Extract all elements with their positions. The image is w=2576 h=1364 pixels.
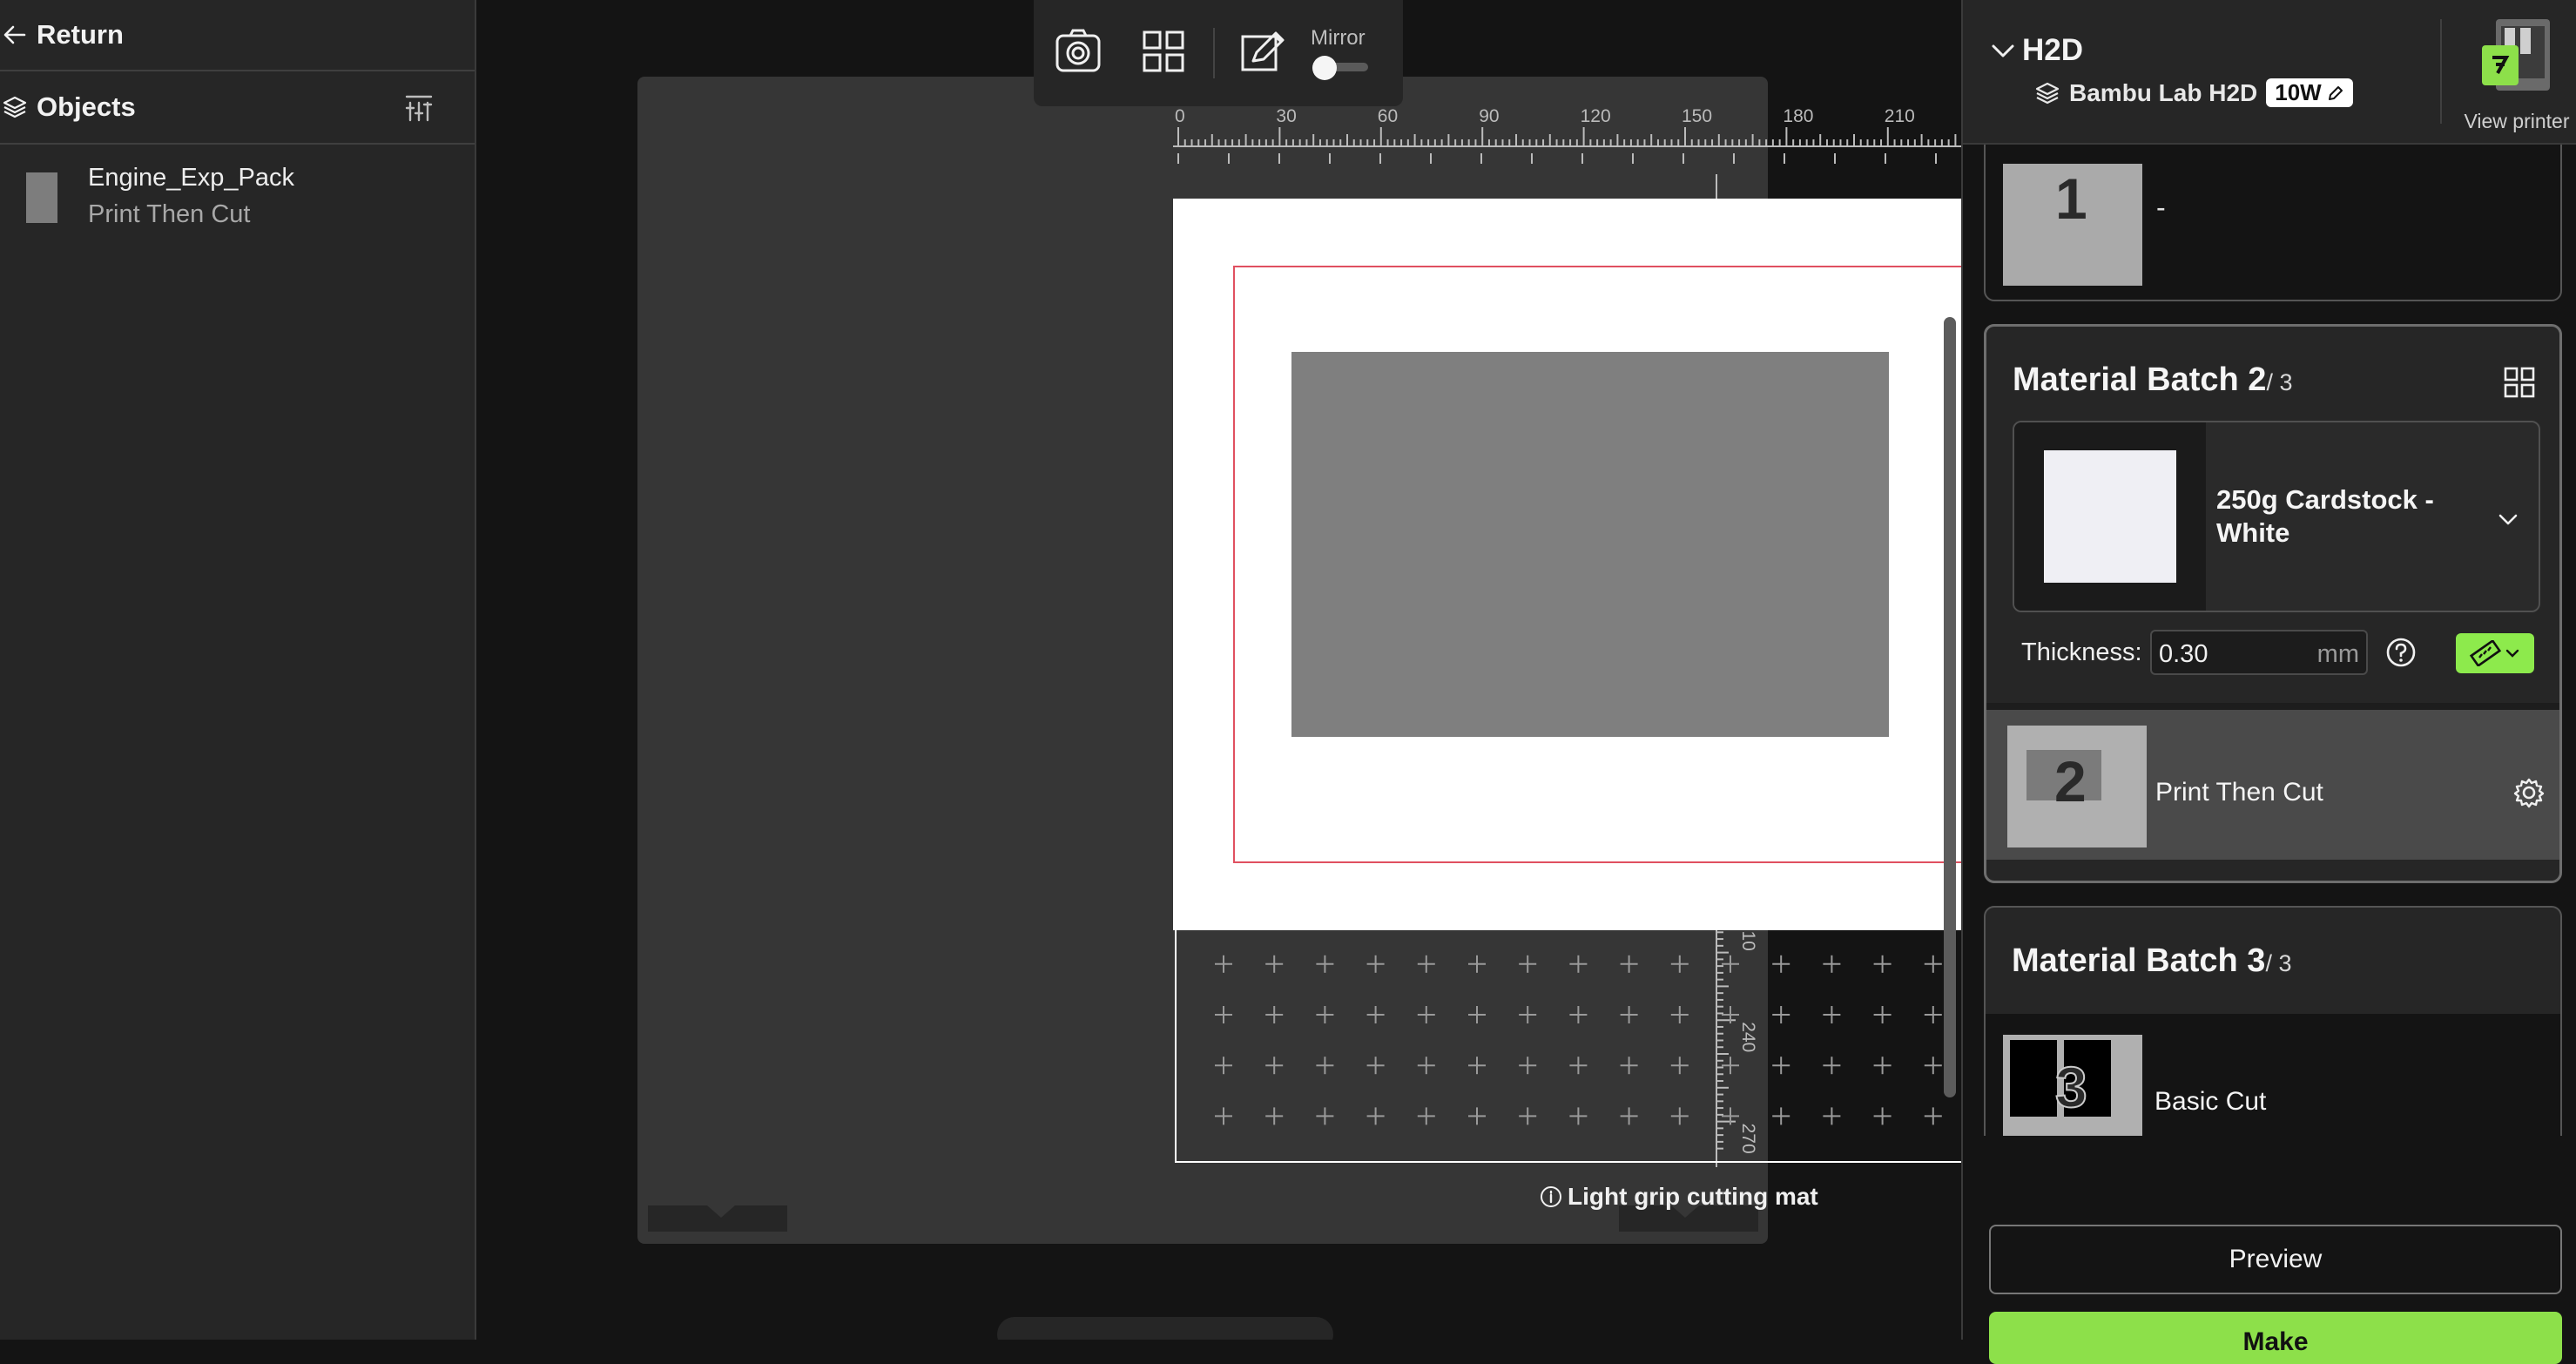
sort-icon[interactable]	[403, 92, 435, 124]
edit-icon	[1241, 31, 1285, 71]
mat-corner-left	[648, 1205, 787, 1232]
view-printer-label: View printer	[2464, 110, 2570, 132]
toolbar-separator	[1213, 28, 1215, 78]
object-name: Engine_Exp_Pack	[88, 164, 294, 192]
batch-title: Material Batch 3/ 3	[2012, 942, 2292, 979]
object-list-item[interactable]: Engine_Exp_Pack Print Then Cut	[0, 145, 475, 249]
zoom-toolbar[interactable]	[997, 1317, 1333, 1340]
ruler-label: 60	[1378, 106, 1398, 126]
chevron-down-icon	[2505, 649, 2519, 658]
return-button[interactable]: Return	[0, 0, 475, 71]
step-label: Basic Cut	[2155, 1087, 2267, 1116]
objects-title: Objects	[37, 91, 136, 122]
printer-model-row[interactable]: Bambu Lab H2D 10W	[2034, 78, 2353, 107]
printer-model: Bambu Lab H2D	[2069, 78, 2258, 106]
step-label: -	[2156, 192, 2166, 223]
mat-type-label: Light grip cutting mat	[1540, 1183, 1818, 1211]
canvas-toolbar: Mirror	[1034, 0, 1403, 106]
printer-header: H2D Bambu Lab H2D 10W View printer	[1963, 0, 2576, 145]
batch-scrollbar[interactable]	[1944, 317, 1956, 1097]
ruler-label: 0	[1175, 106, 1185, 126]
material-batch-1: 1 -	[1984, 145, 2562, 301]
batch-step-row[interactable]: 2 Print Then Cut	[1986, 703, 2559, 860]
return-label: Return	[37, 19, 124, 50]
settings-panel: H2D Bambu Lab H2D 10W View printer 1 - M…	[1961, 0, 2576, 1364]
thickness-input[interactable]: 0.30 mm	[2150, 630, 2368, 675]
ruler-label: 150	[1682, 106, 1712, 126]
step-number: 1	[2055, 166, 2087, 231]
material-swatch	[2044, 450, 2176, 583]
layers-icon	[3, 96, 27, 118]
objects-panel: Return Objects Engine_Exp_Pack Print The…	[0, 0, 476, 1340]
laser-power-value: 10W	[2275, 79, 2322, 105]
batch-title: Material Batch 2/ 3	[2013, 361, 2293, 398]
thickness-row: Thickness: 0.30 mm	[2013, 626, 2540, 680]
help-icon[interactable]	[2384, 635, 2418, 670]
step-label: Print Then Cut	[2155, 778, 2323, 807]
material-select[interactable]: 250g Cardstock - White	[2013, 421, 2540, 612]
printer-name[interactable]: H2D	[2022, 33, 2083, 68]
camera-button[interactable]	[1051, 24, 1105, 78]
objects-header: Objects	[0, 71, 475, 145]
canvas-area[interactable]: 0306090120150180210240270 03060901201501…	[478, 0, 1961, 1340]
thickness-value: 0.30	[2159, 640, 2208, 668]
object-mode: Print Then Cut	[88, 200, 251, 228]
mirror-label: Mirror	[1311, 26, 1366, 50]
preview-button[interactable]: Preview	[1989, 1225, 2562, 1294]
mat-type-text: Light grip cutting mat	[1568, 1183, 1818, 1210]
view-printer-button[interactable]: View printer	[2456, 14, 2576, 136]
ruler-label: 210	[1885, 106, 1915, 126]
batch-step-row[interactable]: 3 Basic Cut	[1986, 1014, 2560, 1136]
pencil-icon	[2328, 85, 2343, 100]
batch-list: 1 - Material Batch 2/ 3 250g Cardstock -…	[1963, 145, 2576, 1136]
ruler-label: 30	[1276, 106, 1296, 126]
mirror-toggle[interactable]	[1312, 56, 1370, 80]
ruler-icon	[2469, 640, 2502, 666]
measure-thickness-button[interactable]	[2456, 633, 2534, 673]
make-button[interactable]: Make	[1989, 1312, 2562, 1364]
layers-icon	[2035, 82, 2060, 104]
printer-icon	[2480, 19, 2553, 98]
header-divider	[2440, 19, 2442, 124]
camera-icon	[1055, 29, 1101, 72]
arrow-left-icon	[3, 25, 26, 44]
grid-icon[interactable]	[2502, 365, 2537, 400]
info-icon[interactable]	[1540, 1185, 1562, 1208]
object-thumbnail	[26, 172, 57, 223]
laser-power-badge[interactable]: 10W	[2266, 78, 2353, 107]
ruler-label: 120	[1581, 106, 1611, 126]
material-swatch-frame	[2014, 422, 2206, 611]
material-batch-2: Material Batch 2/ 3 250g Cardstock - Whi…	[1984, 324, 2562, 883]
chevron-down-icon[interactable]	[1989, 37, 2017, 64]
material-name: 250g Cardstock - White	[2216, 484, 2434, 548]
edit-button[interactable]	[1236, 24, 1290, 78]
material-batch-3: Material Batch 3/ 3 3 Basic Cut	[1984, 906, 2562, 1136]
thickness-unit: mm	[2316, 640, 2359, 668]
step-number: 2	[2054, 749, 2087, 814]
ruler-label: 180	[1783, 106, 1813, 126]
arrange-button[interactable]	[1136, 24, 1190, 78]
gear-icon[interactable]	[2512, 776, 2546, 809]
ruler-label: 90	[1479, 106, 1499, 126]
grid-icon	[1143, 30, 1184, 72]
step-number: 3	[2054, 1054, 2088, 1120]
print-area[interactable]	[1291, 352, 1889, 737]
thickness-label: Thickness:	[2021, 638, 2142, 666]
chevron-down-icon	[2498, 514, 2518, 525]
